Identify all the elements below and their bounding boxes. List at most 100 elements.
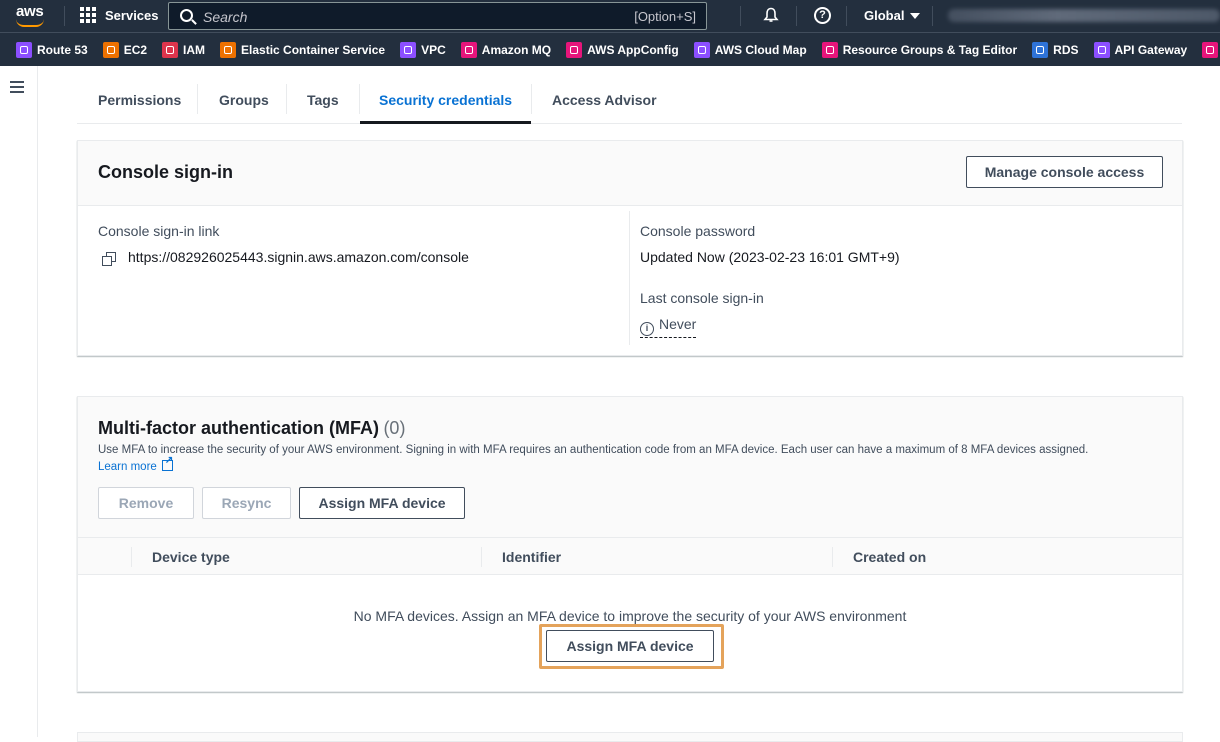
favorite-vpc[interactable]: VPC	[400, 41, 446, 58]
column-created-on[interactable]: Created on	[853, 538, 926, 576]
caret-down-icon	[910, 12, 921, 19]
divider	[740, 6, 741, 26]
search-placeholder: Search	[203, 9, 248, 25]
tab-security-credentials[interactable]: Security credentials	[359, 76, 532, 124]
favorite-elastic-container-service[interactable]: Elastic Container Service	[220, 41, 386, 58]
empty-assign-mfa-device-button[interactable]: Assign MFA device	[546, 630, 714, 662]
top-navigation: aws Services Search [Option+S] ? Global	[0, 0, 1220, 32]
search-icon	[180, 9, 193, 22]
favorite-clo[interactable]: Clo	[1202, 41, 1220, 58]
signin-link-label: Console sign-in link	[98, 223, 220, 239]
region-selector[interactable]: Global	[864, 8, 921, 23]
favorite-label: Elastic Container Service	[241, 42, 386, 57]
assign-mfa-device-button[interactable]: Assign MFA device	[299, 487, 465, 519]
region-label: Global	[864, 8, 905, 23]
favorite-aws-appconfig[interactable]: AWS AppConfig	[566, 41, 679, 58]
account-menu[interactable]	[948, 9, 1220, 22]
service-icon	[220, 41, 237, 58]
tab-groups[interactable]: Groups	[219, 76, 269, 123]
service-icon	[400, 41, 417, 58]
favorite-resource-groups-tag-editor[interactable]: Resource Groups & Tag Editor	[821, 41, 1018, 58]
favorite-label: API Gateway	[1114, 42, 1188, 57]
divider	[64, 6, 65, 26]
mfa-count: (0)	[383, 418, 406, 438]
favorite-label: Route 53	[37, 42, 88, 57]
favorite-label: Resource Groups & Tag Editor	[842, 42, 1018, 57]
aws-logo-text: aws	[16, 3, 44, 20]
favorite-iam[interactable]: IAM	[162, 41, 206, 58]
services-menu-button[interactable]: Services	[80, 7, 159, 23]
help-icon[interactable]: ?	[814, 7, 831, 24]
service-icon	[1202, 41, 1219, 58]
tab-label: Access Advisor	[552, 91, 657, 108]
tab-label: Security credentials	[379, 91, 513, 108]
favorite-api-gateway[interactable]: API Gateway	[1093, 41, 1188, 58]
password-value: Updated Now (2023-02-23 16:01 GMT+9)	[640, 249, 900, 265]
favorite-rds[interactable]: RDS	[1032, 41, 1079, 58]
resync-button[interactable]: Resync	[202, 487, 291, 519]
column-identifier[interactable]: Identifier	[502, 538, 561, 576]
next-panel	[77, 732, 1183, 742]
last-signin-value[interactable]: i Never	[640, 316, 697, 338]
tab-label: Tags	[307, 91, 339, 108]
external-link-icon	[161, 455, 173, 471]
panel-header: Console sign-in Manage console access	[78, 141, 1182, 206]
mfa-heading: Multi-factor authentication (MFA) (0)	[98, 418, 405, 439]
favorite-aws-cloud-map[interactable]: AWS Cloud Map	[693, 41, 807, 58]
column-divider	[832, 547, 833, 567]
column-device-type[interactable]: Device type	[152, 538, 230, 576]
column-divider	[481, 547, 482, 567]
services-label: Services	[105, 7, 159, 23]
aws-logo[interactable]: aws	[14, 3, 48, 29]
service-icon	[162, 41, 179, 58]
manage-console-access-button[interactable]: Manage console access	[966, 156, 1163, 188]
console-signin-title: Console sign-in	[98, 162, 233, 182]
side-navigation-rail	[0, 66, 38, 737]
divider	[796, 6, 797, 26]
empty-state-text: No MFA devices. Assign an MFA device to …	[353, 608, 907, 624]
column-divider	[131, 547, 132, 567]
signin-link-value: https://082926025443.signin.aws.amazon.c…	[128, 249, 469, 265]
user-details-tabs: Permissions Groups Tags Security credent…	[77, 76, 1182, 124]
search-shortcut: [Option+S]	[634, 9, 696, 24]
last-signin-label: Last console sign-in	[640, 290, 764, 306]
favorite-label: AWS Cloud Map	[714, 42, 807, 57]
service-icon	[16, 41, 32, 58]
divider	[286, 84, 287, 114]
bell-icon[interactable]	[763, 7, 779, 23]
divider	[846, 6, 847, 26]
favorite-ec2[interactable]: EC2	[102, 41, 148, 58]
remove-button[interactable]: Remove	[98, 487, 194, 519]
divider	[197, 84, 198, 114]
service-icon	[693, 41, 710, 58]
service-icon	[1093, 41, 1110, 58]
learn-more-link[interactable]: Learn more	[98, 455, 173, 473]
password-label: Console password	[640, 223, 756, 239]
service-icon	[102, 41, 119, 58]
tab-permissions[interactable]: Permissions	[98, 76, 181, 123]
tab-tags[interactable]: Tags	[307, 76, 339, 123]
panel-header: Multi-factor authentication (MFA) (0) Us…	[78, 397, 1182, 537]
learn-more-label: Learn more	[98, 461, 157, 473]
info-icon: i	[640, 322, 654, 336]
favorite-label: Amazon MQ	[481, 42, 552, 57]
menu-icon[interactable]	[10, 81, 24, 93]
search-input[interactable]: Search [Option+S]	[168, 2, 707, 30]
tab-label: Permissions	[98, 91, 182, 108]
divider	[932, 6, 933, 26]
service-icon	[821, 41, 838, 58]
favorite-amazon-mq[interactable]: Amazon MQ	[460, 41, 552, 58]
service-icon	[1032, 41, 1049, 58]
tab-access-advisor[interactable]: Access Advisor	[552, 76, 657, 123]
favorite-label: EC2	[123, 42, 148, 57]
grid-icon	[80, 7, 96, 23]
copy-icon[interactable]	[102, 252, 116, 266]
favorite-label: RDS	[1053, 42, 1079, 57]
favorite-label: IAM	[183, 42, 206, 57]
last-signin-text: Never	[659, 316, 697, 332]
column-divider	[629, 211, 630, 345]
favorite-route-53[interactable]: Route 53	[16, 41, 88, 58]
service-icon	[566, 41, 583, 58]
console-signin-panel: Console sign-in Manage console access Co…	[77, 140, 1183, 356]
favorites-bar: Route 53 EC2 IAM Elastic Container Service V…	[0, 32, 1220, 66]
